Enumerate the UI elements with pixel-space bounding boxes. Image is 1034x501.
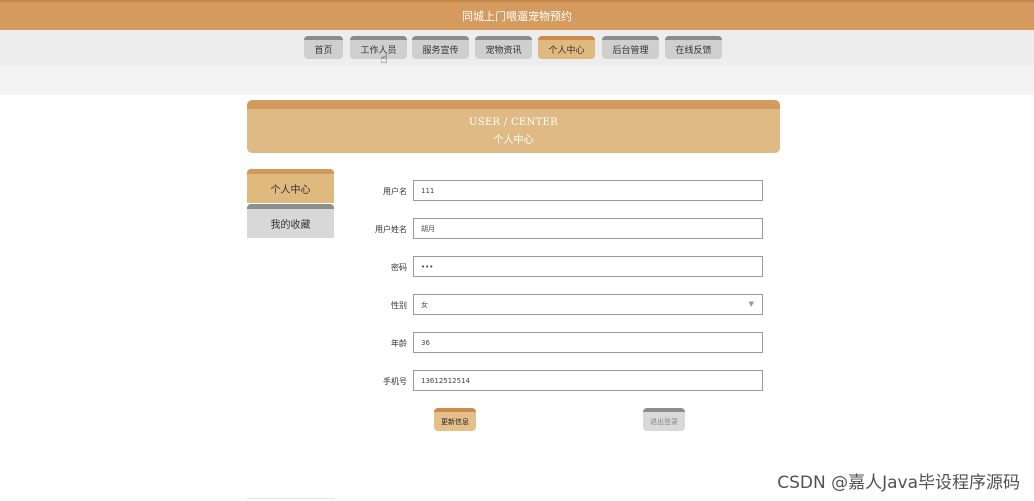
username-label: 用户名	[383, 187, 407, 196]
nav-personal-center[interactable]: 个人中心	[538, 36, 595, 59]
nav-admin[interactable]: 后台管理	[602, 36, 659, 59]
password-label: 密码	[391, 263, 407, 272]
password-field[interactable]: •••	[413, 256, 763, 277]
hand-pointer-icon: ☝	[380, 52, 388, 67]
age-label: 年龄	[391, 339, 407, 348]
main-nav: 首页 工作人员 服务宣传 宠物资讯 个人中心 后台管理 在线反馈	[0, 30, 1034, 65]
page-banner: USER / CENTER 个人中心	[247, 100, 780, 153]
watermark: CSDN @嘉人Java毕设程序源码	[777, 473, 1020, 493]
update-info-button[interactable]: 更新信息	[434, 408, 476, 431]
nav-pet-news[interactable]: 宠物资讯	[475, 36, 532, 59]
nav-home[interactable]: 首页	[304, 36, 343, 59]
logout-button[interactable]: 退出登录	[643, 408, 685, 431]
realname-label: 用户姓名	[375, 225, 407, 234]
realname-field[interactable]: 胡月	[413, 218, 763, 239]
app-header: 同城上门喂遛宠物预约	[0, 0, 1034, 30]
phone-field[interactable]: 13612512514	[413, 370, 763, 391]
nav-feedback[interactable]: 在线反馈	[665, 36, 722, 59]
app-title: 同城上门喂遛宠物预约	[462, 10, 572, 23]
gender-label: 性别	[391, 301, 407, 310]
gender-select-value: 女	[421, 300, 428, 309]
side-item-favorites[interactable]: 我的收藏	[247, 204, 334, 238]
gender-select[interactable]: 女 ▼	[413, 294, 763, 315]
nav-staff[interactable]: 工作人员	[350, 36, 407, 59]
banner-title-cn: 个人中心	[493, 134, 534, 146]
phone-label: 手机号	[383, 377, 407, 386]
divider	[247, 498, 334, 499]
nav-spacer	[0, 65, 1034, 95]
username-field[interactable]: 111	[413, 180, 763, 201]
nav-service-promo[interactable]: 服务宣传	[412, 36, 469, 59]
age-field[interactable]: 36	[413, 332, 763, 353]
side-item-personal-center[interactable]: 个人中心	[247, 169, 334, 203]
banner-title-en: USER / CENTER	[469, 116, 558, 128]
chevron-down-icon: ▼	[748, 300, 754, 308]
